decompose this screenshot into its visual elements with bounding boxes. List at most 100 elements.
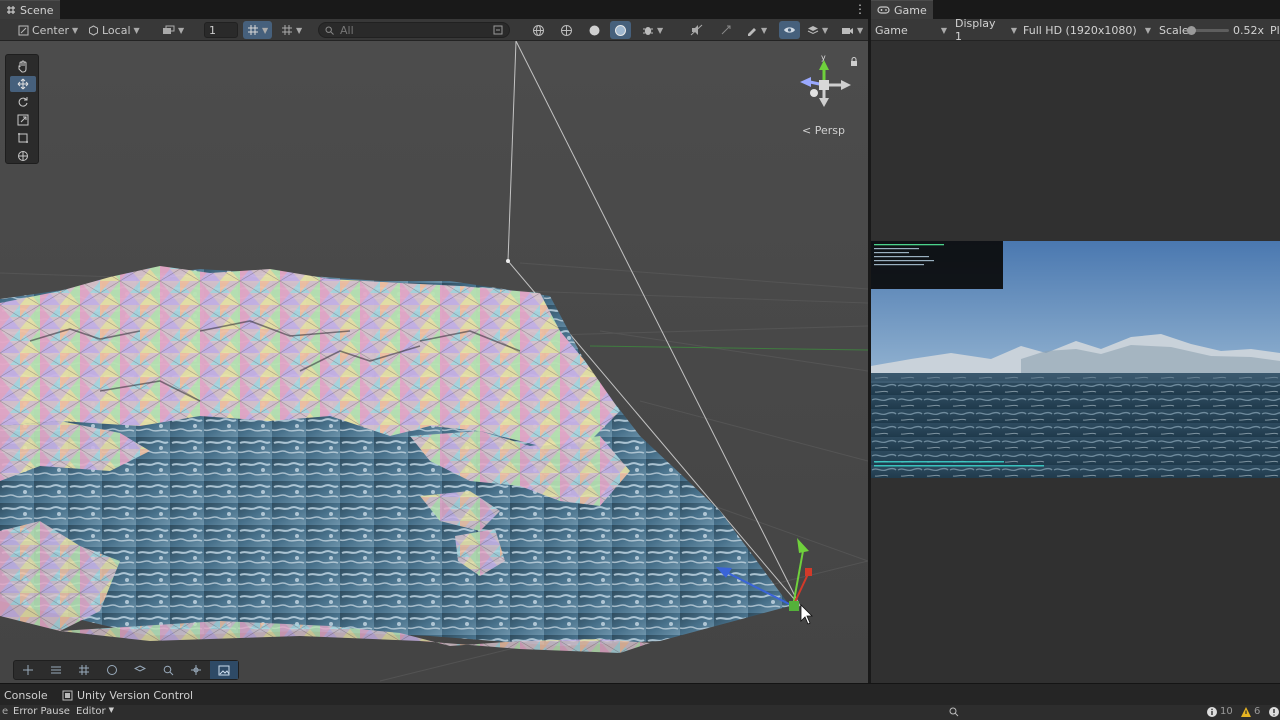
- scale-slider-thumb[interactable]: [1187, 26, 1196, 35]
- resolution-dropdown[interactable]: Full HD (1920x1080) ▼: [1023, 21, 1151, 39]
- overlay-image-button[interactable]: [210, 661, 238, 679]
- image-icon: [218, 665, 230, 676]
- more-menu-icon[interactable]: ⋮: [854, 2, 866, 16]
- overlay-zoom-button[interactable]: [154, 661, 182, 679]
- overlay-sphere-button[interactable]: [98, 661, 126, 679]
- effects-toggle[interactable]: [716, 21, 736, 39]
- scene-lighting-toggle[interactable]: [686, 21, 707, 39]
- error-pause-toggle[interactable]: Error Pause: [13, 706, 70, 717]
- rect-tool-button[interactable]: [10, 130, 36, 146]
- warning-icon[interactable]: [1240, 706, 1252, 718]
- gizmo-y-label: y: [821, 55, 826, 62]
- game-mode-dropdown[interactable]: Game ▼: [875, 21, 947, 39]
- chevron-down-icon: ▼: [72, 25, 79, 35]
- debug-draw-dropdown[interactable]: ▼: [638, 21, 667, 39]
- scale-tool-button[interactable]: [10, 112, 36, 128]
- display-label: Display 1: [955, 17, 996, 43]
- local-space-icon: [88, 24, 99, 36]
- draw-mode-button[interactable]: [528, 21, 549, 39]
- grid-toggle-button[interactable]: ▼: [243, 21, 273, 39]
- gamepad-icon: [877, 5, 890, 15]
- version-control-icon: [62, 690, 73, 701]
- shaded-mode-button[interactable]: [584, 21, 605, 39]
- tab-console-label: Console: [4, 688, 48, 702]
- info-count: 10: [1220, 706, 1233, 717]
- overlay-move-button[interactable]: [14, 661, 42, 679]
- chevron-down-icon: ▼: [822, 25, 829, 35]
- tab-console[interactable]: Console: [0, 684, 52, 706]
- brush-icon: [746, 24, 758, 36]
- pivot-icon: [18, 25, 29, 36]
- resolution-label: Full HD (1920x1080): [1023, 23, 1137, 37]
- chevron-down-icon: ▼: [178, 25, 185, 35]
- orientation-gizmo[interactable]: y: [797, 55, 853, 111]
- tab-scene-label: Scene: [20, 3, 54, 17]
- overlay-pan-button[interactable]: [182, 661, 210, 679]
- space-mode-dropdown[interactable]: Local ▼: [84, 21, 144, 39]
- scene-search-input[interactable]: All: [318, 22, 510, 38]
- console-search-icon[interactable]: [949, 707, 959, 717]
- overlay-layers-button[interactable]: [126, 661, 154, 679]
- info-icon[interactable]: [1206, 706, 1218, 718]
- editor-dropdown-label: Editor: [76, 706, 106, 717]
- effects-off-icon: [720, 24, 732, 36]
- projection-label: Persp: [814, 124, 845, 137]
- hash-icon: [6, 5, 16, 15]
- chevron-left-icon: <: [802, 124, 812, 137]
- editor-dropdown[interactable]: Editor ▼: [76, 706, 114, 717]
- tool-panel: [5, 54, 39, 164]
- layers-icon: [134, 664, 146, 676]
- visibility-toggle[interactable]: [779, 21, 800, 39]
- projection-toggle[interactable]: < Persp: [802, 124, 845, 137]
- search-placeholder: All: [340, 23, 354, 37]
- error-icon[interactable]: [1268, 706, 1280, 718]
- audio-off-icon: [690, 24, 703, 36]
- snap-settings-button[interactable]: ▼: [158, 21, 188, 39]
- tab-version-control[interactable]: Unity Version Control: [58, 684, 197, 706]
- grid-icon: [247, 24, 259, 36]
- lock-icon[interactable]: [850, 57, 858, 67]
- game-render: [871, 241, 1280, 478]
- layers-dropdown[interactable]: ▼: [803, 21, 832, 39]
- pivot-mode-dropdown[interactable]: Center ▼: [14, 21, 82, 39]
- wireframe-mode-button[interactable]: [556, 21, 577, 39]
- display-dropdown[interactable]: Display 1 ▼: [955, 17, 1017, 43]
- clear-button-fragment[interactable]: e: [2, 706, 8, 717]
- overlay-list-button[interactable]: [42, 661, 70, 679]
- game-mode-label: Game: [875, 23, 908, 37]
- tab-scene[interactable]: Scene: [0, 0, 60, 19]
- rotate-tool-button[interactable]: [10, 94, 36, 110]
- space-mode-label: Local: [102, 23, 131, 37]
- snap-icon: [162, 25, 175, 36]
- shaded-sphere-icon: [588, 24, 601, 37]
- tab-version-control-label: Unity Version Control: [77, 688, 194, 702]
- play-focused-dropdown[interactable]: Play: [1270, 21, 1280, 39]
- scale-slider[interactable]: [1187, 26, 1229, 35]
- grid-icon: [78, 664, 90, 676]
- search-filter-icon[interactable]: [493, 25, 503, 35]
- scene-fx-dropdown[interactable]: ▼: [742, 21, 771, 39]
- lit-sphere-icon: [614, 24, 627, 37]
- hand-tool-button[interactable]: [10, 58, 36, 74]
- stats-overlay: [871, 241, 1003, 289]
- scale-value: 0.52x: [1233, 23, 1265, 37]
- camera-settings-dropdown[interactable]: ▼: [837, 21, 867, 39]
- bottom-tab-bar: Console Unity Version Control: [0, 683, 1280, 705]
- scene-toolbar: Center ▼ Local ▼ ▼ 1 ▼ ▼ All ▼ ▼ ▼ ▼: [0, 19, 868, 41]
- wireframe-sphere-icon: [560, 24, 573, 37]
- list-icon: [50, 664, 62, 676]
- grid-snap-icon: [281, 24, 293, 36]
- chevron-down-icon: ▼: [1144, 25, 1151, 35]
- chevron-down-icon: ▼: [857, 25, 864, 35]
- shaded-wireframe-mode-button[interactable]: [610, 21, 631, 39]
- hand-icon: [17, 60, 29, 73]
- grid-snap-button[interactable]: ▼: [277, 21, 306, 39]
- search-icon: [163, 665, 174, 676]
- scene-viewport[interactable]: y < Persp: [0, 41, 868, 683]
- move-tool-button[interactable]: [10, 76, 36, 92]
- transform-tool-button[interactable]: [10, 148, 36, 164]
- grid-size-field[interactable]: 1: [204, 22, 238, 38]
- tab-game[interactable]: Game: [871, 0, 933, 19]
- overlay-grid-button[interactable]: [70, 661, 98, 679]
- chevron-down-icon: ▼: [133, 25, 140, 35]
